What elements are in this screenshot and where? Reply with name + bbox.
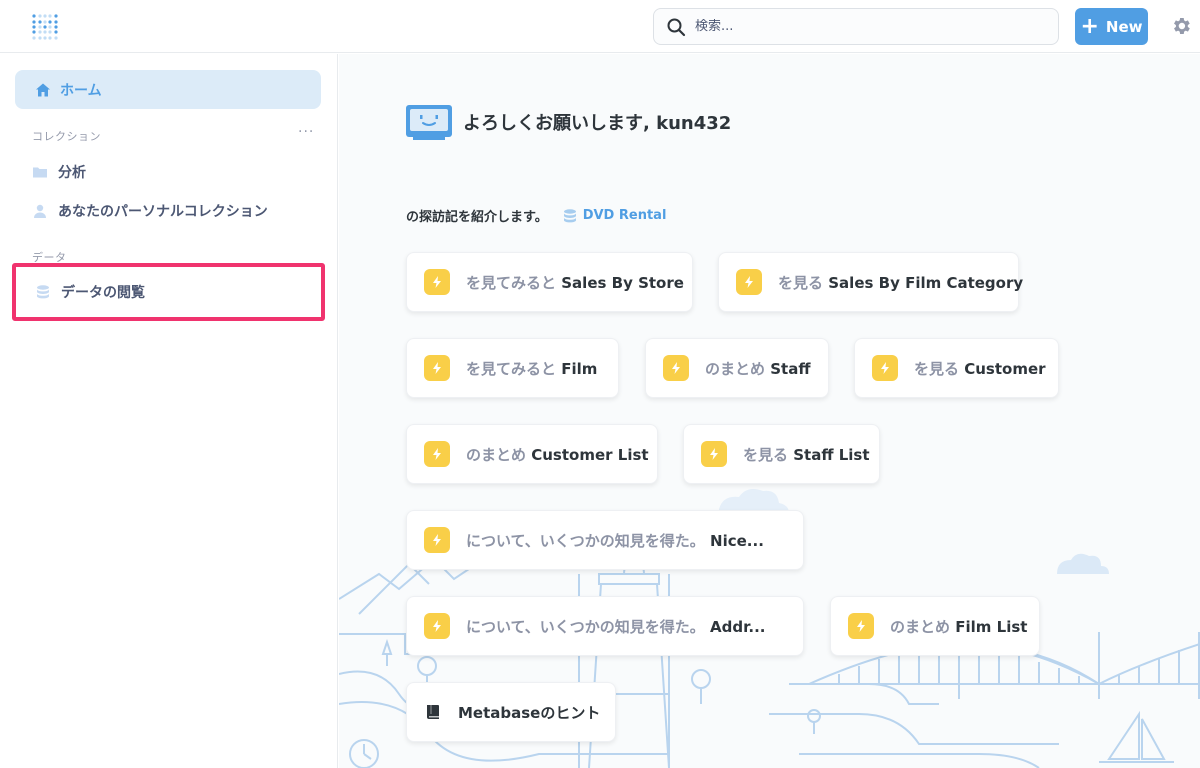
xray-card[interactable]: について、いくつかの知見を得た。 Nice...: [406, 510, 804, 570]
xray-prefix: のまとめ: [466, 445, 527, 464]
xray-card[interactable]: のまとめ Staff: [645, 338, 829, 398]
book-icon: [427, 705, 439, 719]
xray-prefix: を見てみると: [466, 273, 557, 292]
xray-name: Nice...: [710, 531, 764, 550]
main-content: よろしくお願いします, kun432 の探訪記を紹介します。 DVD Renta…: [339, 54, 1200, 768]
xray-intro: の探訪記を紹介します。 DVD Rental: [406, 206, 666, 225]
collections-more-button[interactable]: ···: [298, 124, 314, 140]
xray-name: Film List: [955, 617, 1028, 636]
bolt-icon: [663, 355, 689, 381]
metabot-icon: [406, 105, 452, 140]
sidebar-item-analysis[interactable]: 分析: [32, 160, 86, 184]
sidebar: ホーム コレクション ··· 分析 あなたのパーソナルコレクション データ デー…: [0, 54, 338, 768]
xray-prefix: について、いくつかの知見を得た。: [466, 617, 705, 636]
xray-name: Addr...: [710, 617, 766, 636]
xray-name: Sales By Film Category: [828, 273, 1024, 292]
xray-name: Customer List: [531, 445, 649, 464]
database-icon: [563, 208, 576, 222]
xray-card[interactable]: のまとめ Film List: [830, 596, 1040, 656]
xray-name: Sales By Store: [561, 273, 684, 292]
xray-name: Staff: [770, 359, 811, 378]
xray-card[interactable]: を見てみると Sales By Store: [406, 252, 693, 312]
xray-card[interactable]: を見る Sales By Film Category: [718, 252, 1023, 312]
greeting-text: よろしくお願いします, kun432: [463, 113, 732, 134]
xray-prefix: を見てみると: [466, 359, 557, 378]
landscape-illustration: [339, 489, 1200, 768]
xray-prefix: を見る: [914, 359, 960, 378]
search-input[interactable]: [695, 19, 1035, 34]
highlight-annotation: [12, 263, 325, 321]
bolt-icon: [424, 613, 450, 639]
new-button-label: New: [1105, 17, 1143, 36]
top-navbar: + New: [0, 0, 1200, 53]
xray-card[interactable]: について、いくつかの知見を得た。 Addr...: [406, 596, 804, 656]
xray-name: Film: [561, 359, 598, 378]
sidebar-item-label: ホーム: [60, 82, 102, 99]
xray-name: Customer: [964, 359, 1046, 378]
new-button[interactable]: + New: [1075, 8, 1148, 45]
bolt-icon: [424, 527, 450, 553]
database-link[interactable]: DVD Rental: [583, 208, 667, 223]
greeting: よろしくお願いします, kun432: [405, 104, 731, 140]
intro-text: の探訪記を紹介します。: [406, 210, 548, 225]
bolt-icon: [848, 613, 874, 639]
person-icon: [34, 204, 46, 218]
sidebar-item-label: あなたのパーソナルコレクション: [58, 204, 268, 220]
plus-icon: +: [1080, 13, 1099, 39]
xray-prefix: について、いくつかの知見を得た。: [466, 531, 705, 550]
sidebar-item-label: 分析: [58, 165, 86, 181]
xray-card[interactable]: を見る Customer: [854, 338, 1059, 398]
search-bar[interactable]: [653, 8, 1059, 45]
collections-heading: コレクション: [32, 130, 101, 143]
xray-card[interactable]: のまとめ Customer List: [406, 424, 658, 484]
tips-label: Metabaseのヒント: [458, 703, 601, 722]
bolt-icon: [701, 441, 727, 467]
xray-card[interactable]: を見てみると Film: [406, 338, 619, 398]
xray-prefix: を見る: [778, 273, 824, 292]
xray-prefix: のまとめ: [890, 617, 951, 636]
xray-name: Staff List: [793, 445, 870, 464]
metabase-logo-icon[interactable]: [30, 12, 60, 42]
xray-card[interactable]: を見る Staff List: [683, 424, 880, 484]
sidebar-item-home[interactable]: ホーム: [15, 70, 321, 109]
sidebar-item-personal-collection[interactable]: あなたのパーソナルコレクション: [32, 199, 268, 223]
search-icon: [667, 18, 686, 36]
gear-icon[interactable]: [1170, 15, 1192, 37]
bolt-icon: [424, 441, 450, 467]
xray-prefix: を見る: [743, 445, 789, 464]
home-icon: [36, 83, 50, 96]
bolt-icon: [424, 355, 450, 381]
bolt-icon: [872, 355, 898, 381]
xray-prefix: のまとめ: [705, 359, 766, 378]
bolt-icon: [424, 269, 450, 295]
metabase-tips-card[interactable]: Metabaseのヒント: [406, 682, 616, 742]
bolt-icon: [736, 269, 762, 295]
folder-icon: [33, 167, 47, 178]
